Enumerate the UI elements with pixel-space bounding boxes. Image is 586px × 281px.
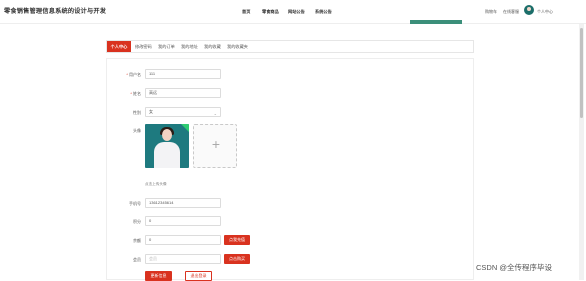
tab-my-favorites[interactable]: 我的收藏 <box>204 41 221 52</box>
points-label: 积分 <box>133 219 141 224</box>
user-avatar-icon[interactable] <box>524 5 534 15</box>
gender-value: 女 <box>149 109 153 114</box>
user-tabs: 个人中心 修改密码 我的订单 我的地址 我的收藏 我的收藏夹 <box>106 40 474 53</box>
uploaded-check-icon <box>181 124 189 132</box>
cart-link[interactable]: 购物车 <box>485 9 497 15</box>
recharge-button[interactable]: 点我充值 <box>224 235 250 245</box>
csdn-watermark: CSDN @全传程序毕设 <box>476 263 552 272</box>
user-center-link[interactable]: 个人中心 <box>537 9 553 15</box>
avatar-label: 头像 <box>133 128 141 133</box>
nav-item-home[interactable]: 首页 <box>242 9 250 15</box>
tab-my-orders[interactable]: 我的订单 <box>158 41 175 52</box>
online-service-link[interactable]: 在线客服 <box>503 9 519 15</box>
member-input[interactable]: 会员 <box>145 254 221 264</box>
phone-label: 手机号 <box>129 201 141 206</box>
avatar-upload-tip: 点击上传头像 <box>145 182 167 186</box>
username-label: * 用户名 <box>126 72 141 77</box>
scrollbar-thumb[interactable] <box>580 28 583 118</box>
username-input[interactable]: 111 <box>145 69 221 79</box>
nav-item-site-notice[interactable]: 网站公告 <box>288 9 305 15</box>
plus-icon: + <box>211 136 221 152</box>
balance-label: 余额 <box>133 238 141 243</box>
balance-input[interactable]: 0 <box>145 235 221 245</box>
phone-input[interactable]: 13612345614 <box>145 198 221 208</box>
avatar-image[interactable] <box>145 124 189 168</box>
tab-change-password[interactable]: 修改密码 <box>135 41 152 52</box>
tab-my-address[interactable]: 我的地址 <box>181 41 198 52</box>
name-input[interactable]: 高远 <box>145 88 221 98</box>
banner-edge <box>410 20 462 24</box>
tab-my-collection[interactable]: 我的收藏夹 <box>227 41 248 52</box>
tab-personal-center[interactable]: 个人中心 <box>107 41 131 52</box>
points-input[interactable]: 0 <box>145 216 221 226</box>
chevron-down-icon: ⌄ <box>213 111 217 116</box>
name-label: * 姓名 <box>130 91 141 96</box>
avatar-upload-box[interactable]: + <box>193 124 237 168</box>
site-title[interactable]: 零食销售管理信息系统的设计与开发 <box>4 6 106 15</box>
nav-item-snacks[interactable]: 零食商品 <box>262 9 279 15</box>
top-navigation-bar: 零食销售管理信息系统的设计与开发 首页 零食商品 网站公告 系统公告 购物车 在… <box>0 0 586 24</box>
gender-select[interactable]: 女 ⌄ <box>145 107 221 117</box>
gender-label: 性别 <box>133 110 141 115</box>
buy-member-button[interactable]: 点击购买 <box>224 254 250 264</box>
member-label: 会员 <box>133 257 141 262</box>
nav-item-system-notice[interactable]: 系统公告 <box>315 9 332 15</box>
